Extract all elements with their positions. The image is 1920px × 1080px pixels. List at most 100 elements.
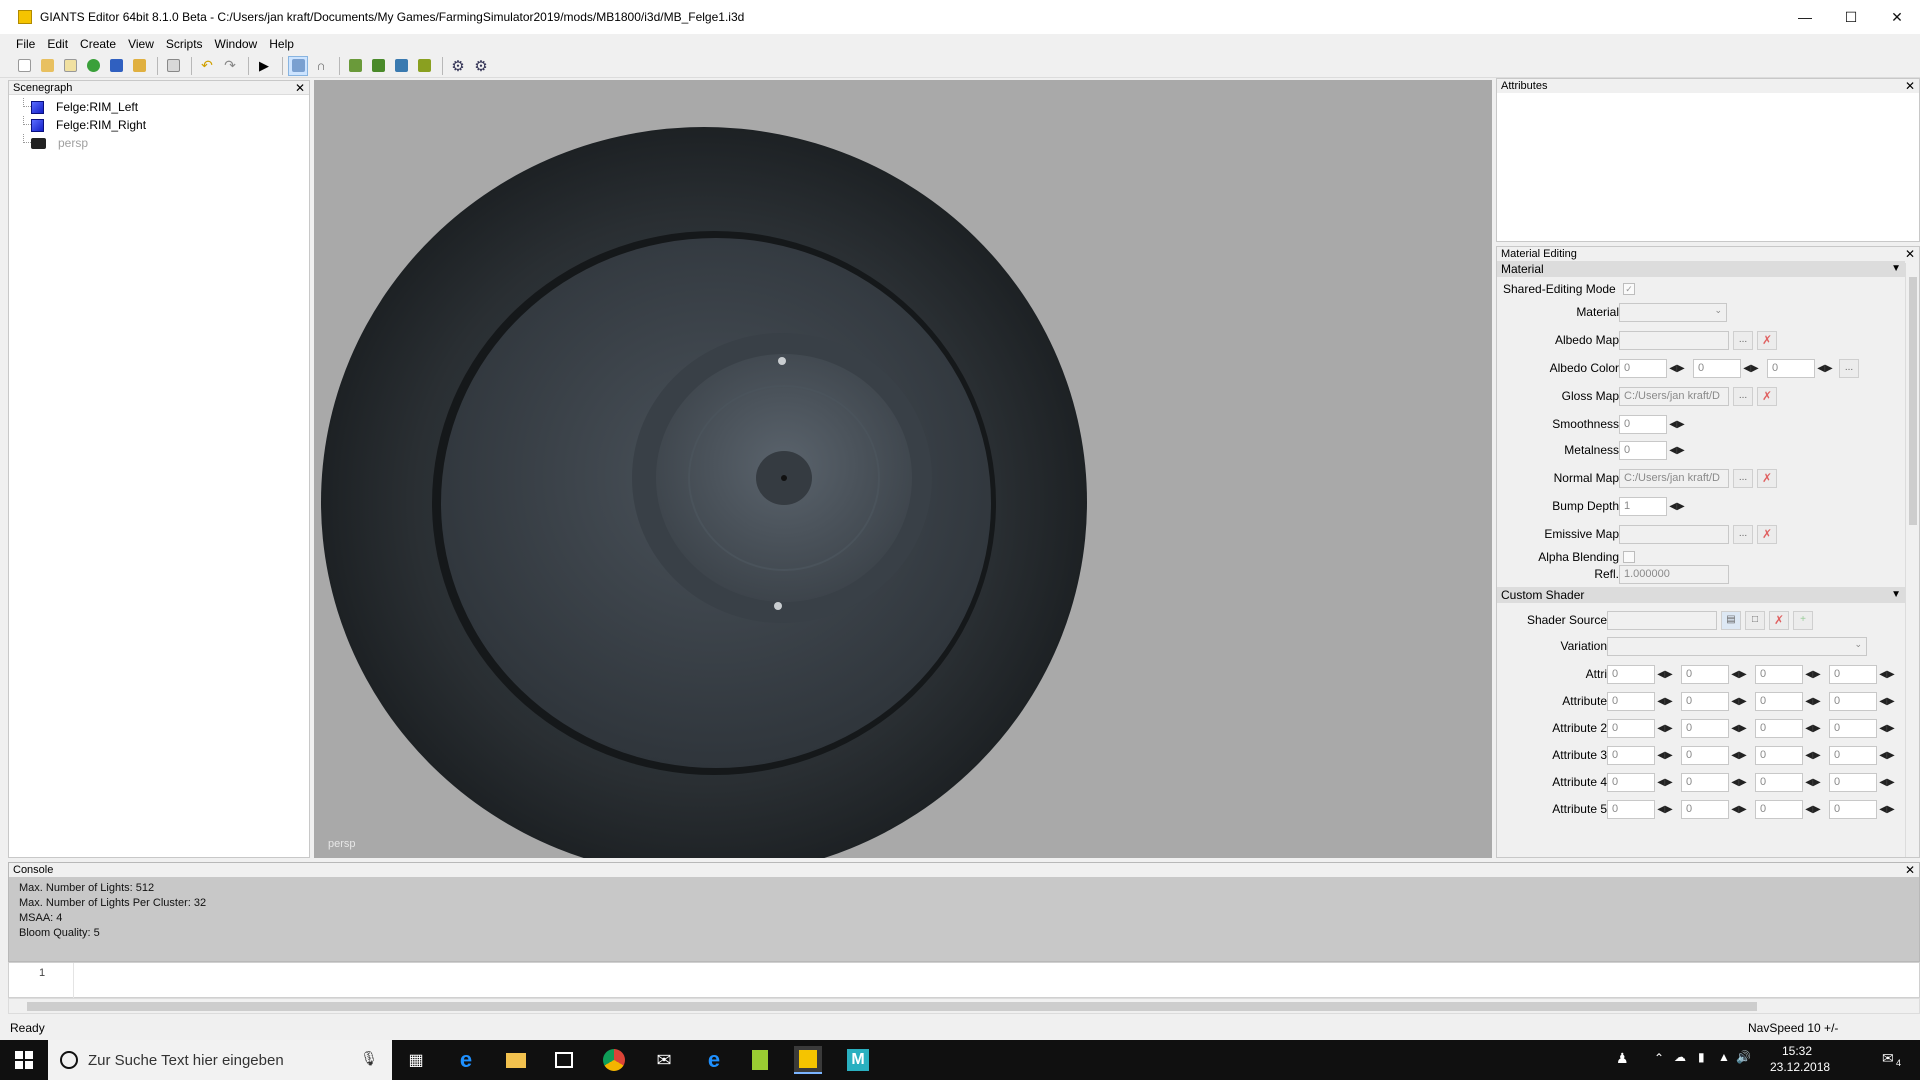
attribute-value-field[interactable]: 0 [1755, 719, 1803, 738]
internet-explorer-icon[interactable]: e [700, 1046, 728, 1074]
shared-editing-mode-checkbox[interactable]: ✓ [1623, 283, 1635, 295]
giants-editor-taskbar-icon[interactable] [794, 1046, 822, 1074]
albedo-color-r-field[interactable]: 0 [1619, 359, 1667, 378]
spin-arrows-icon[interactable]: ◀▶ [1743, 359, 1759, 378]
spin-arrows-icon[interactable]: ◀▶ [1657, 800, 1673, 819]
spin-arrows-icon[interactable]: ◀▶ [1731, 719, 1747, 738]
copy-icon[interactable] [163, 56, 183, 76]
shader-add-icon[interactable]: + [1793, 611, 1813, 630]
close-icon[interactable]: ✕ [1905, 247, 1915, 261]
m-app-taskbar-icon[interactable]: M [844, 1046, 872, 1074]
attribute-value-field[interactable]: 0 [1607, 665, 1655, 684]
albedo-color-g-field[interactable]: 0 [1693, 359, 1741, 378]
spin-arrows-icon[interactable]: ◀▶ [1805, 692, 1821, 711]
attribute-value-field[interactable]: 0 [1829, 719, 1877, 738]
new-file-icon[interactable] [14, 56, 34, 76]
spin-arrows-icon[interactable]: ◀▶ [1657, 719, 1673, 738]
gloss-map-browse-button[interactable]: ... [1733, 387, 1753, 406]
spin-arrows-icon[interactable]: ◀▶ [1805, 746, 1821, 765]
attribute-value-field[interactable]: 0 [1755, 800, 1803, 819]
attribute-value-field[interactable]: 0 [1681, 692, 1729, 711]
bump-depth-field[interactable]: 1 [1619, 497, 1667, 516]
spin-arrows-icon[interactable]: ◀▶ [1669, 441, 1685, 460]
normal-map-browse-button[interactable]: ... [1733, 469, 1753, 488]
horizontal-scrollbar[interactable] [8, 998, 1920, 1014]
play-icon[interactable]: ▶ [254, 56, 274, 76]
edit-file-icon[interactable] [60, 56, 80, 76]
smoothness-field[interactable]: 0 [1619, 415, 1667, 434]
attribute-value-field[interactable]: 0 [1681, 665, 1729, 684]
microphone-icon[interactable]: 🎙 [360, 1050, 378, 1067]
tree-item-rim-right[interactable]: Felge:RIM_Right [9, 116, 309, 134]
spin-arrows-icon[interactable]: ◀▶ [1669, 415, 1685, 434]
volume-icon[interactable]: 🔊 [1736, 1050, 1751, 1064]
menu-file[interactable]: File [10, 37, 41, 51]
spin-arrows-icon[interactable]: ◀▶ [1669, 359, 1685, 378]
onedrive-icon[interactable]: ☁ [1674, 1050, 1686, 1064]
store-icon[interactable] [550, 1046, 578, 1074]
select-tool-icon[interactable] [288, 55, 308, 76]
normal-map-clear-icon[interactable]: ✗ [1757, 469, 1777, 488]
metalness-field[interactable]: 0 [1619, 441, 1667, 460]
spin-arrows-icon[interactable]: ◀▶ [1731, 773, 1747, 792]
spin-arrows-icon[interactable]: ◀▶ [1731, 746, 1747, 765]
terrain-tool-2-icon[interactable] [368, 56, 388, 76]
emissive-map-field[interactable] [1619, 525, 1729, 544]
undo-icon[interactable]: ↶ [197, 56, 217, 76]
close-icon[interactable]: ✕ [295, 81, 305, 95]
material-section-header[interactable]: Material ▼ [1497, 261, 1905, 277]
albedo-color-b-field[interactable]: 0 [1767, 359, 1815, 378]
attribute-value-field[interactable]: 0 [1681, 719, 1729, 738]
magnet-icon[interactable]: ∩ [311, 56, 331, 76]
spin-arrows-icon[interactable]: ◀▶ [1657, 692, 1673, 711]
spin-arrows-icon[interactable]: ◀▶ [1805, 800, 1821, 819]
attribute-value-field[interactable]: 0 [1607, 746, 1655, 765]
albedo-map-clear-icon[interactable]: ✗ [1757, 331, 1777, 350]
open-folder-icon[interactable] [37, 56, 57, 76]
menu-window[interactable]: Window [209, 37, 264, 51]
attribute-value-field[interactable]: 0 [1607, 773, 1655, 792]
spin-arrows-icon[interactable]: ◀▶ [1657, 665, 1673, 684]
custom-shader-section-header[interactable]: Custom Shader ▼ [1497, 587, 1905, 603]
normal-map-field[interactable]: C:/Users/jan kraft/D [1619, 469, 1729, 488]
attribute-value-field[interactable]: 0 [1607, 692, 1655, 711]
attribute-value-field[interactable]: 0 [1681, 800, 1729, 819]
settings-gear-2-icon[interactable]: ⚙ [471, 56, 491, 76]
shader-clear-icon[interactable]: ✗ [1769, 611, 1789, 630]
attribute-value-field[interactable]: 0 [1755, 746, 1803, 765]
attribute-value-field[interactable]: 0 [1829, 692, 1877, 711]
battery-icon[interactable]: ▮ [1698, 1050, 1705, 1064]
menu-help[interactable]: Help [263, 37, 300, 51]
spin-arrows-icon[interactable]: ◀▶ [1879, 665, 1895, 684]
export-icon[interactable] [129, 56, 149, 76]
spin-arrows-icon[interactable]: ◀▶ [1731, 665, 1747, 684]
maximize-button[interactable]: ☐ [1828, 0, 1874, 34]
attribute-value-field[interactable]: 0 [1607, 800, 1655, 819]
tree-item-persp[interactable]: persp [9, 134, 309, 152]
task-view-icon[interactable]: ▦ [402, 1046, 430, 1074]
clock-date[interactable]: 23.12.2018 [1770, 1060, 1830, 1074]
settings-gear-icon[interactable]: ⚙ [448, 56, 468, 76]
terrain-tool-3-icon[interactable] [391, 56, 411, 76]
attribute-value-field[interactable]: 0 [1829, 665, 1877, 684]
emissive-map-browse-button[interactable]: ... [1733, 525, 1753, 544]
people-icon[interactable]: ♟ [1616, 1050, 1629, 1067]
collapse-arrow-icon[interactable]: ▼ [1891, 263, 1901, 274]
attribute-value-field[interactable]: 0 [1755, 692, 1803, 711]
attribute-value-field[interactable]: 0 [1829, 773, 1877, 792]
spin-arrows-icon[interactable]: ◀▶ [1817, 359, 1833, 378]
attribute-value-field[interactable]: 0 [1829, 746, 1877, 765]
attribute-value-field[interactable]: 0 [1681, 773, 1729, 792]
spin-arrows-icon[interactable]: ◀▶ [1731, 692, 1747, 711]
attribute-value-field[interactable]: 0 [1755, 773, 1803, 792]
clock-time[interactable]: 15:32 [1782, 1044, 1812, 1058]
edge-browser-icon[interactable]: e [452, 1046, 480, 1074]
spin-arrows-icon[interactable]: ◀▶ [1731, 800, 1747, 819]
spin-arrows-icon[interactable]: ◀▶ [1879, 719, 1895, 738]
notepad-plus-plus-icon[interactable] [746, 1046, 774, 1074]
spin-arrows-icon[interactable]: ◀▶ [1879, 746, 1895, 765]
menu-scripts[interactable]: Scripts [160, 37, 209, 51]
script-input-editor[interactable]: 1 [8, 962, 1920, 999]
mail-icon[interactable]: ✉ [650, 1046, 678, 1074]
file-explorer-icon[interactable] [502, 1046, 530, 1074]
